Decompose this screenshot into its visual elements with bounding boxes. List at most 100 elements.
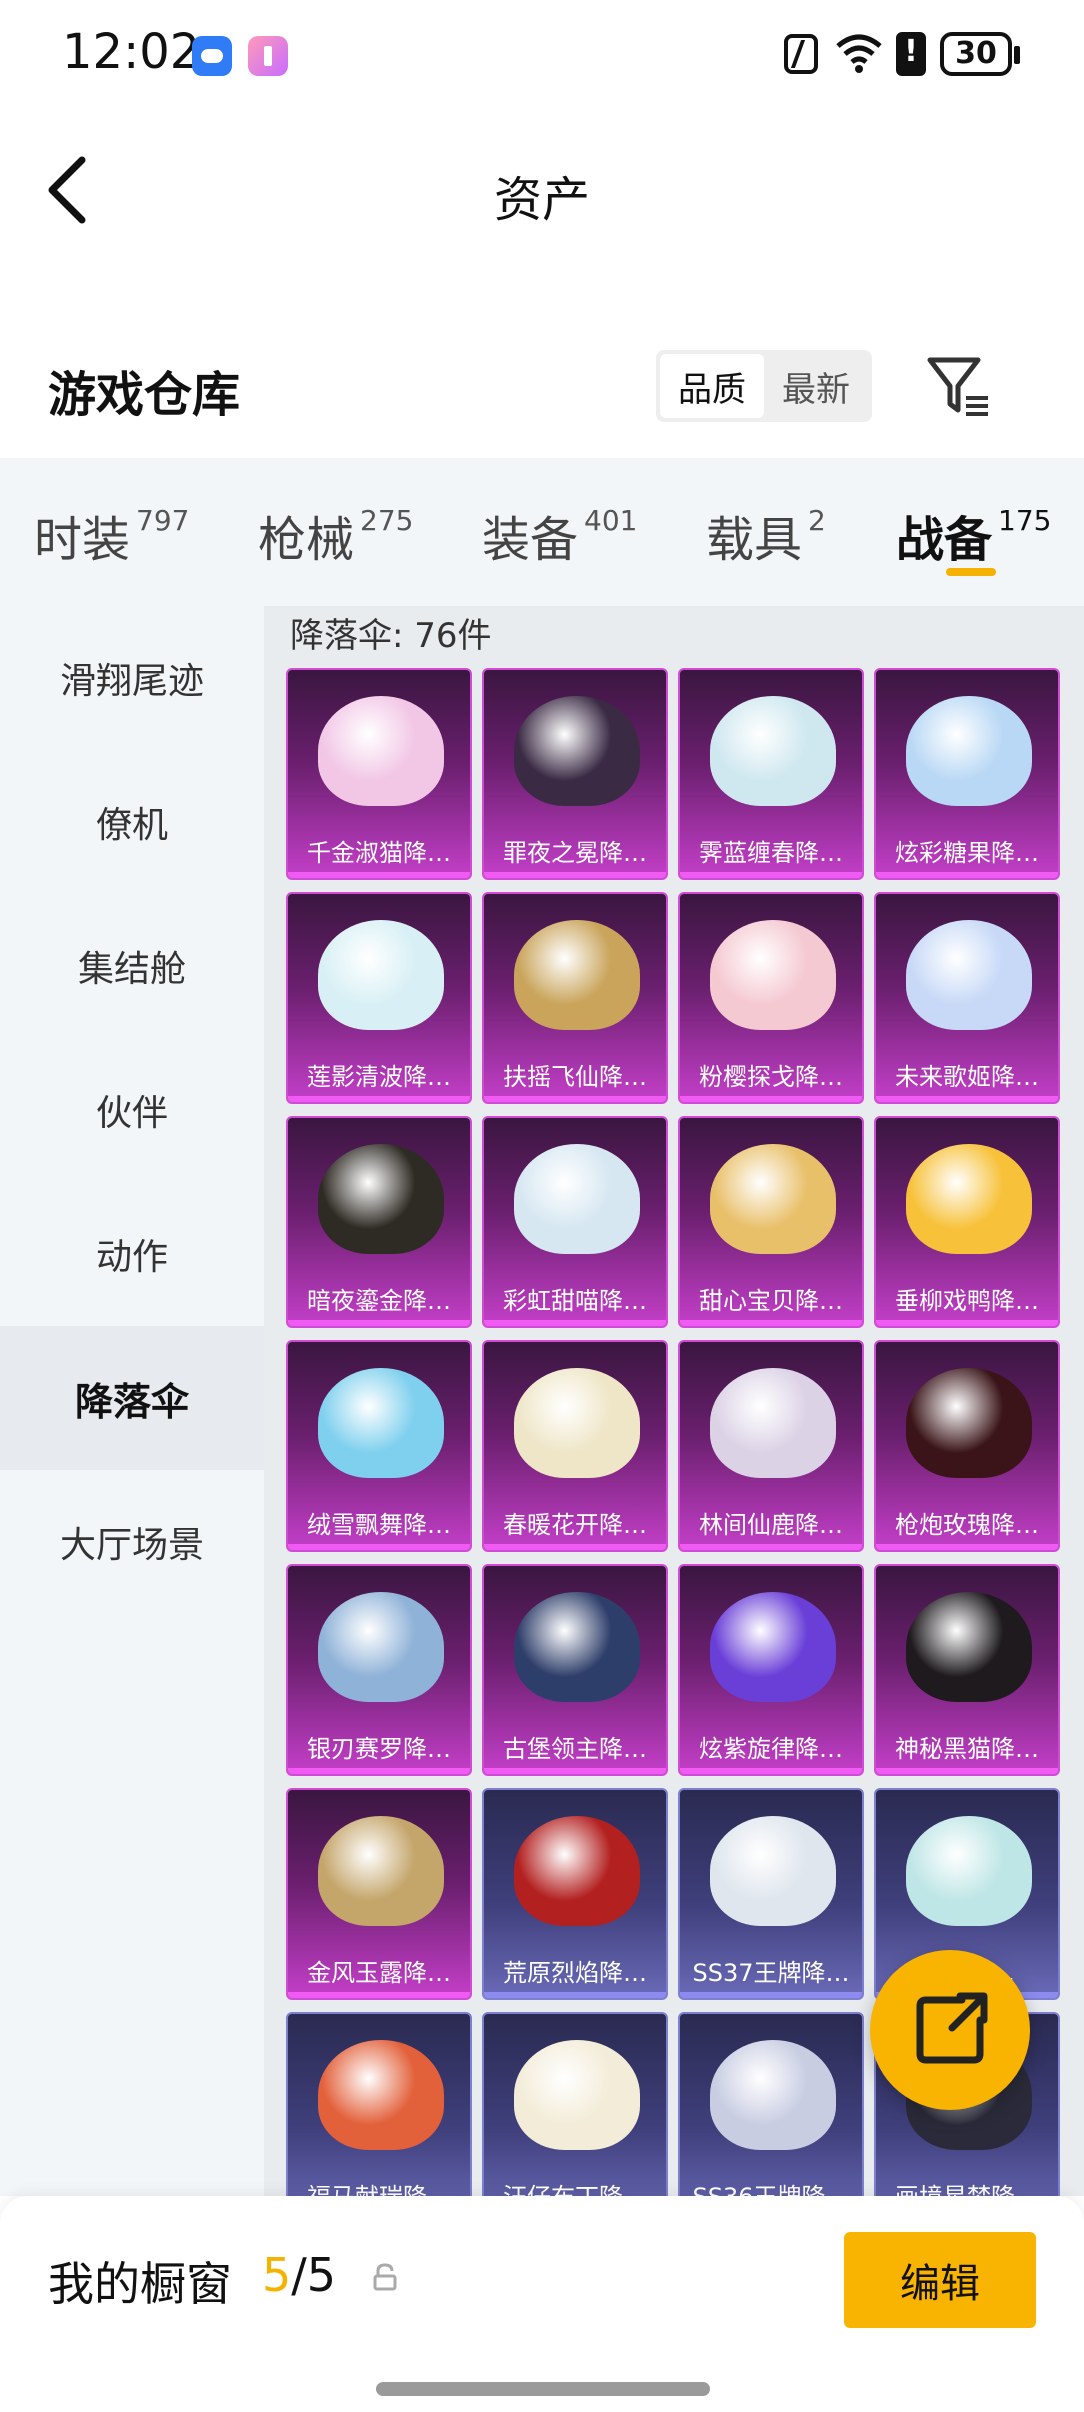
parachute-name: 甜心宝贝降… xyxy=(699,1287,843,1315)
sidebar-item-glide-trail[interactable]: 滑翔尾迹 xyxy=(0,606,264,750)
tab-count: 401 xyxy=(584,504,638,537)
sort-quality-button[interactable]: 品质 xyxy=(660,354,764,418)
status-time: 12:02 xyxy=(62,24,201,80)
battery-indicator: 30 xyxy=(940,32,1020,76)
parachute-item-card[interactable]: 炫紫旋律降… xyxy=(678,1564,864,1776)
parachute-name: 垂柳戏鸭降… xyxy=(895,1287,1039,1315)
parachute-thumbnail xyxy=(514,1144,640,1254)
tab-equipment[interactable]: 装备 401 xyxy=(482,500,637,570)
rarity-bar xyxy=(680,872,862,878)
home-indicator[interactable] xyxy=(376,2382,710,2396)
rarity-bar xyxy=(288,1096,470,1102)
rarity-bar xyxy=(484,1768,666,1774)
parachute-item-card[interactable]: 福马献瑞降… xyxy=(286,2012,472,2196)
parachute-thumbnail xyxy=(318,1368,444,1478)
parachute-item-card[interactable]: 垂柳戏鸭降… xyxy=(874,1116,1060,1328)
showcase-current: 5 xyxy=(262,2248,292,2302)
parachute-item-card[interactable]: 彩虹甜喵降… xyxy=(482,1116,668,1328)
sidebar-item-companion[interactable]: 伙伴 xyxy=(0,1038,264,1182)
tab-label: 枪械 xyxy=(258,512,355,568)
parachute-item-card[interactable]: SS36王牌降… xyxy=(678,2012,864,2196)
parachute-item-card[interactable]: 暗夜鎏金降… xyxy=(286,1116,472,1328)
tab-count: 275 xyxy=(360,504,414,537)
parachute-thumbnail xyxy=(710,2040,836,2150)
parachute-thumbnail xyxy=(710,1144,836,1254)
filter-icon[interactable] xyxy=(924,352,994,422)
parachute-item-card[interactable]: 罪夜之冕降… xyxy=(482,668,668,880)
parachute-item-card[interactable]: 扶摇飞仙降… xyxy=(482,892,668,1104)
info-app-icon xyxy=(248,36,288,76)
edit-button[interactable]: 编辑 xyxy=(844,2232,1036,2328)
rarity-bar xyxy=(484,1096,666,1102)
parachute-name: 罪夜之冕降… xyxy=(503,839,647,867)
parachute-name: 千金淑猫降… xyxy=(307,839,451,867)
parachute-thumbnail xyxy=(318,2040,444,2150)
parachute-item-card[interactable]: 林间仙鹿降… xyxy=(678,1340,864,1552)
parachute-item-card[interactable]: 霁蓝缠春降… xyxy=(678,668,864,880)
parachute-item-card[interactable]: 神秘黑猫降… xyxy=(874,1564,1060,1776)
parachute-thumbnail xyxy=(906,1816,1032,1926)
sidebar-item-action[interactable]: 动作 xyxy=(0,1182,264,1326)
alert-icon xyxy=(896,32,926,76)
parachute-item-card[interactable]: 千金淑猫降… xyxy=(286,668,472,880)
parachute-thumbnail xyxy=(710,920,836,1030)
parachute-item-card[interactable]: 甜心宝贝降… xyxy=(678,1116,864,1328)
parachute-item-card[interactable]: 莲影清波降… xyxy=(286,892,472,1104)
parachute-item-card[interactable]: SS37王牌降… xyxy=(678,1788,864,2000)
parachute-thumbnail xyxy=(514,2040,640,2150)
rarity-bar xyxy=(680,1096,862,1102)
rarity-bar xyxy=(484,1544,666,1550)
parachute-item-card[interactable]: 金风玉露降… xyxy=(286,1788,472,2000)
tab-vehicles[interactable]: 载具 2 xyxy=(706,500,826,570)
sidebar-item-assembly-pod[interactable]: 集结舱 xyxy=(0,894,264,1038)
parachute-item-card[interactable]: 炫彩糖果降… xyxy=(874,668,1060,880)
parachute-thumbnail xyxy=(318,1816,444,1926)
parachute-name: SS36王牌降… xyxy=(680,2177,862,2196)
parachute-thumbnail xyxy=(710,1816,836,1926)
parachute-name: 炫紫旋律降… xyxy=(699,1735,843,1763)
share-button[interactable] xyxy=(870,1950,1030,2110)
page-title: 资产 xyxy=(493,172,590,228)
parachute-item-card[interactable]: 绒雪飘舞降… xyxy=(286,1340,472,1552)
parachute-item-card[interactable]: 未来歌姬降… xyxy=(874,892,1060,1104)
parachute-thumbnail xyxy=(514,920,640,1030)
rarity-bar xyxy=(288,1992,470,1998)
active-tab-indicator xyxy=(946,568,996,576)
rarity-bar xyxy=(484,1992,666,1998)
rarity-bar xyxy=(680,1992,862,1998)
parachute-item-card[interactable]: 汪仔布丁降… xyxy=(482,2012,668,2196)
parachute-name: 莲影清波降… xyxy=(307,1063,451,1091)
parachute-name: 炫彩糖果降… xyxy=(895,839,1039,867)
tab-fashion[interactable]: 时装 797 xyxy=(34,500,189,570)
category-heading: 降落伞: 76件 xyxy=(290,616,492,656)
parachute-name: 银刃赛罗降… xyxy=(307,1735,451,1763)
showcase-label: 我的橱窗 xyxy=(48,2257,232,2311)
subcategory-sidebar: 滑翔尾迹 僚机 集结舱 伙伴 动作 降落伞 大厅场景 xyxy=(0,606,264,2196)
lock-icon xyxy=(373,2263,397,2291)
tab-firearms[interactable]: 枪械 275 xyxy=(258,500,413,570)
parachute-name: 画境星梦降… xyxy=(876,2177,1058,2196)
parachute-item-card[interactable]: 古堡领主降… xyxy=(482,1564,668,1776)
rarity-bar xyxy=(288,872,470,878)
rarity-bar xyxy=(288,1768,470,1774)
sidebar-item-lobby-scene[interactable]: 大厅场景 xyxy=(0,1470,264,1614)
parachute-item-card[interactable]: 荒原烈焰降… xyxy=(482,1788,668,2000)
parachute-item-card[interactable]: 粉樱探戈降… xyxy=(678,892,864,1104)
parachute-name: 彩虹甜喵降… xyxy=(503,1287,647,1315)
parachute-thumbnail xyxy=(906,920,1032,1030)
rarity-bar xyxy=(876,1768,1058,1774)
parachute-name: 粉樱探戈降… xyxy=(699,1063,843,1091)
parachute-name: 林间仙鹿降… xyxy=(699,1511,843,1539)
parachute-name: 金风玉露降… xyxy=(307,1959,451,1987)
parachute-item-card[interactable]: 春暖花开降… xyxy=(482,1340,668,1552)
sort-newest-button[interactable]: 最新 xyxy=(764,354,868,418)
rarity-bar xyxy=(484,872,666,878)
sidebar-item-parachute[interactable]: 降落伞 xyxy=(0,1326,264,1470)
sidebar-item-wingman[interactable]: 僚机 xyxy=(0,750,264,894)
parachute-thumbnail xyxy=(514,696,640,806)
parachute-item-card[interactable]: 枪炮玫瑰降… xyxy=(874,1340,1060,1552)
parachute-item-card[interactable]: 银刃赛罗降… xyxy=(286,1564,472,1776)
parachute-name: 古堡领主降… xyxy=(503,1735,647,1763)
tab-combat-gear[interactable]: 战备 175 xyxy=(896,500,1051,570)
parachute-name: 绒雪飘舞降… xyxy=(307,1511,451,1539)
